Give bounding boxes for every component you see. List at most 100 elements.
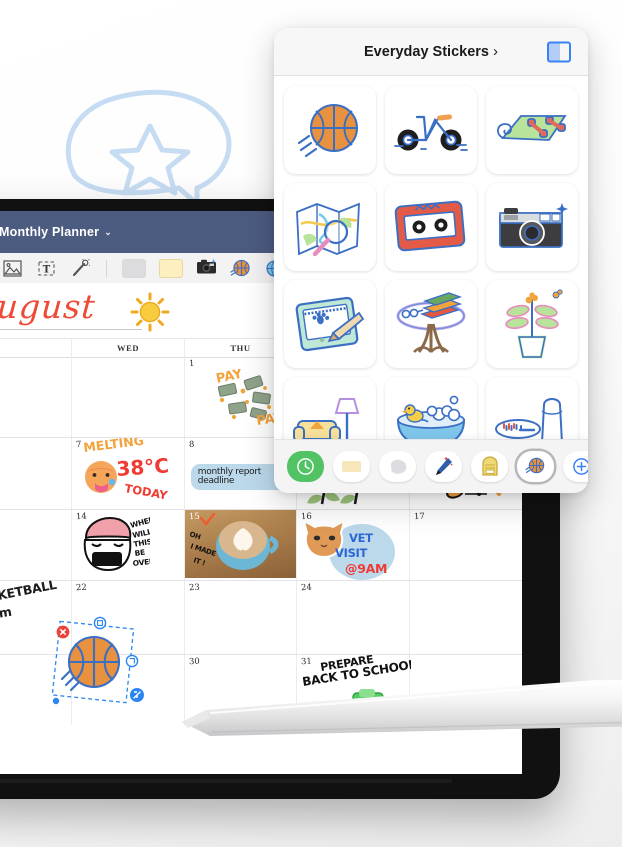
badge-icon	[481, 456, 498, 476]
vet-visit-text: VET VISIT @9AM	[335, 531, 387, 576]
day-cell[interactable]	[410, 581, 522, 654]
sun-sticker	[130, 292, 170, 332]
books-table-sticker[interactable]	[385, 280, 477, 368]
day-cell[interactable]: 14 WHEN WILL THIS BE OVER?!	[72, 510, 185, 580]
day-cell[interactable]: 31 PREPARE BACK TO SCHOOL	[297, 655, 411, 725]
day-number: 24	[300, 582, 313, 594]
svg-text:BE: BE	[134, 548, 146, 558]
sticker-grid	[274, 76, 588, 465]
svg-text:OH: OH	[188, 530, 202, 541]
day-cell[interactable]	[72, 357, 185, 437]
svg-text:38°C: 38°C	[116, 453, 170, 481]
day-cell[interactable]: 24	[297, 581, 410, 654]
clock-icon	[297, 458, 314, 475]
note-text[interactable]: 10 am	[0, 604, 13, 625]
sports-tab[interactable]	[517, 451, 554, 482]
potted-plant-sticker[interactable]	[486, 280, 578, 368]
basketball-sticker[interactable]	[284, 86, 376, 174]
camera-sticker-recent[interactable]	[196, 258, 217, 279]
day-number: 8	[188, 439, 195, 451]
day-cell[interactable]: 29	[72, 655, 185, 725]
back-to-school-note[interactable]: PREPARE BACK TO SCHOOL	[303, 655, 411, 719]
svg-text:VET: VET	[349, 531, 373, 545]
day-cell[interactable]: Y OFF LIVERY	[0, 438, 73, 509]
badges-tab[interactable]	[471, 451, 508, 482]
day-cell[interactable]: 16 VET VISIT @9AM	[297, 510, 410, 580]
svg-text:T: T	[43, 264, 51, 275]
made-it-note: OH I MADE IT !	[188, 512, 217, 568]
plus-circle-icon	[573, 458, 588, 475]
svg-text:MELTING: MELTING	[83, 438, 145, 455]
recent-tab[interactable]	[287, 451, 324, 482]
blob-shape-icon	[390, 459, 406, 474]
yellow-note-swatch[interactable]	[159, 258, 183, 278]
text-tool[interactable]: T	[36, 258, 57, 279]
day-number: 22	[76, 582, 88, 594]
tablet-drawing-sticker[interactable]	[284, 280, 376, 368]
calendar-week-row: 21 BASKETBALL 10 am 22 23 24	[0, 577, 522, 655]
sticker-picker-popover[interactable]: Everyday Stickers ›	[274, 28, 588, 493]
popover-title-button[interactable]: Everyday Stickers ›	[364, 43, 498, 60]
month-title: August	[0, 287, 98, 326]
day-cell[interactable]: 22	[72, 581, 185, 654]
image-tool[interactable]	[2, 258, 23, 279]
toolbar-divider	[106, 259, 107, 277]
backpack-money-sticker	[352, 689, 384, 716]
weekday-header	[0, 339, 73, 357]
scene-background: Monthly Planner ⌄ T August WED THU 1 PAY…	[0, 0, 622, 847]
day-cell[interactable]: 15 OH I MADE IT !	[184, 510, 298, 580]
day-number: 23	[188, 582, 200, 594]
horizontal-scrollbar[interactable]	[0, 779, 452, 783]
popover-title: Everyday Stickers	[364, 43, 489, 60]
day-cell[interactable]: 7 MELTING 38°C TODAY	[72, 438, 185, 509]
popover-header: Everyday Stickers ›	[274, 28, 588, 76]
camera-sticker[interactable]	[486, 183, 578, 271]
calendar-week-row: 28 29 30 31 PREPARE BACK TO SCHOOL	[0, 655, 522, 725]
svg-text:@9AM: @9AM	[345, 561, 387, 576]
svg-text:IT !: IT !	[192, 556, 206, 567]
sticker-category-dock	[274, 439, 588, 493]
gray-blob-swatch[interactable]	[122, 258, 146, 278]
svg-text:VISIT: VISIT	[335, 546, 368, 560]
day-cell[interactable]: 21 BASKETBALL 10 am	[0, 577, 73, 654]
calendar-week-row: 13 14 WHEN WILL	[0, 510, 522, 581]
svg-text:TODAY: TODAY	[124, 481, 170, 502]
day-number: 17	[413, 511, 425, 523]
hot-face-emoji	[85, 461, 118, 493]
notes-tab[interactable]	[333, 451, 370, 482]
sticky-note-icon	[342, 461, 361, 472]
day-cell[interactable]: 23	[185, 581, 298, 654]
split-view-icon[interactable]	[547, 41, 571, 62]
basketball-sticker-recent[interactable]	[230, 258, 251, 279]
day-cell[interactable]: 13	[0, 510, 73, 580]
day-number: 30	[188, 656, 200, 668]
day-number: 1	[188, 358, 195, 370]
day-cell[interactable]: 28	[0, 655, 73, 725]
month-underline	[0, 329, 142, 330]
svg-text:I MADE: I MADE	[189, 542, 217, 558]
screaming-face-doodle[interactable]: WHEN WILL THIS BE OVER?!	[78, 516, 150, 574]
yoga-mat-dumbbells-sticker[interactable]	[486, 86, 578, 174]
document-title: Monthly Planner	[0, 225, 100, 239]
map-magnifier-sticker[interactable]	[284, 183, 376, 271]
pen-icon	[436, 457, 453, 475]
day-number: 29	[76, 656, 88, 668]
pen-tab[interactable]	[425, 451, 462, 482]
add-tab[interactable]	[563, 451, 588, 482]
document-title-menu[interactable]: Monthly Planner ⌄	[0, 225, 112, 239]
magic-wand-tool[interactable]	[70, 258, 91, 279]
day-cell[interactable]: 30	[185, 655, 298, 725]
bicycle-sticker[interactable]	[385, 86, 477, 174]
day-cell[interactable]	[0, 357, 73, 437]
star-speech-bubble-doodle	[65, 89, 232, 203]
day-cell[interactable]	[410, 655, 522, 725]
weekday-header: WED	[72, 339, 185, 357]
svg-text:OVER?!: OVER?!	[133, 556, 151, 568]
chevron-right-icon: ›	[492, 43, 498, 60]
day-cell[interactable]: 17	[410, 510, 522, 580]
basketball-icon	[525, 457, 545, 474]
shapes-tab[interactable]	[379, 451, 416, 482]
svg-text:PAY: PAY	[215, 369, 245, 387]
chevron-down-icon: ⌄	[104, 226, 112, 237]
cassette-tape-sticker[interactable]	[385, 183, 477, 271]
